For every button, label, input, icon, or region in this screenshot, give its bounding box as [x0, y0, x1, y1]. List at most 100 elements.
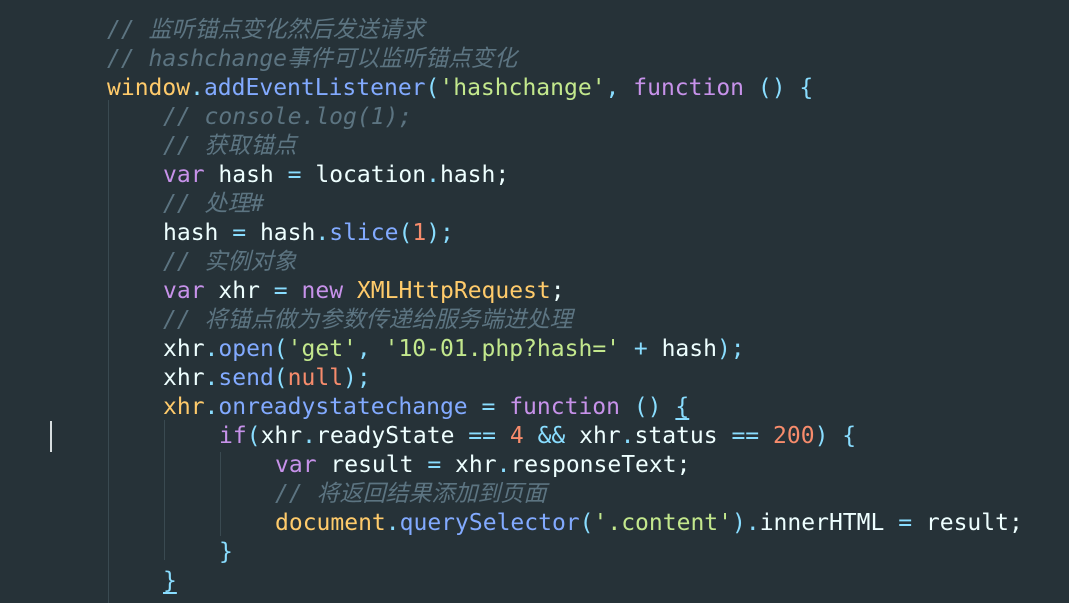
code-token-number: 4 — [509, 423, 524, 449]
code-token-punct: () — [619, 394, 676, 420]
code-token-plain: innerHTML — [759, 510, 899, 536]
code-token-plain: status — [634, 423, 732, 449]
code-token-global: document — [275, 510, 386, 536]
code-token-function: onreadystatechange — [218, 394, 468, 420]
code-token-punct: ( — [273, 365, 288, 391]
code-token-punct: ); — [426, 220, 454, 246]
code-token-comment: // 将返回结果添加到页面 — [275, 481, 547, 507]
code-token-plain: xhr — [260, 423, 303, 449]
code-line[interactable]: hash = hash.slice(1); — [163, 219, 454, 248]
code-line[interactable]: // 监听锚点变化然后发送请求 — [107, 16, 425, 45]
code-token-plain: hash — [661, 336, 717, 362]
code-token-keyword: var — [163, 278, 205, 304]
code-line[interactable]: var xhr = new XMLHttpRequest; — [163, 277, 565, 306]
code-line[interactable]: xhr.send(null); — [163, 364, 371, 393]
code-token-function: querySelector — [399, 510, 580, 536]
code-line[interactable]: } — [219, 538, 233, 567]
code-token-punct: ). — [732, 510, 760, 536]
code-token-comment: // console.log(1); — [163, 104, 413, 130]
code-token-function: send — [218, 365, 274, 391]
code-token-plain: hash — [163, 220, 233, 246]
code-token-punct: = — [898, 510, 913, 536]
code-token-string: '10-01.php?hash=' — [384, 336, 621, 362]
code-line[interactable]: // 实例对象 — [163, 248, 297, 277]
code-line[interactable]: // 获取锚点 — [163, 132, 297, 161]
code-token-keyword: var — [163, 162, 205, 188]
code-token-punct: && — [523, 423, 580, 449]
code-token-punct: () { — [744, 75, 814, 101]
code-line[interactable]: xhr.onreadystatechange = function () { — [163, 393, 689, 422]
code-token-function: addEventListener — [203, 75, 426, 101]
code-line[interactable]: // 将锚点做为参数传递给服务端进处理 — [163, 306, 573, 335]
code-token-comment: // hashchange事件可以监听锚点变化 — [107, 46, 518, 72]
indent-guide-level-3 — [220, 452, 221, 536]
code-token-punct: = — [273, 278, 288, 304]
code-token-string: 'hashchange' — [439, 75, 606, 101]
code-token-plain: hash — [246, 220, 316, 246]
code-token-punct: . — [385, 510, 400, 536]
code-token-punct: ( — [425, 75, 440, 101]
code-token-plain: result; — [912, 510, 1023, 536]
code-token-keyword: new — [301, 278, 344, 304]
code-token-string: '.content' — [593, 510, 732, 536]
code-token-number: 1 — [412, 220, 427, 246]
code-token-punct: , — [356, 336, 385, 362]
code-token-comment: // 获取锚点 — [163, 133, 297, 159]
text-cursor — [50, 421, 52, 452]
code-token-punct: . — [315, 220, 330, 246]
code-line[interactable]: // console.log(1); — [163, 103, 412, 132]
code-line[interactable]: // 处理# — [163, 190, 264, 219]
code-token-punct: = — [232, 220, 247, 246]
code-token-punct: ); — [343, 365, 371, 391]
code-line[interactable]: } — [163, 567, 177, 596]
code-line[interactable]: if(xhr.readyState == 4 && xhr.status == … — [219, 422, 856, 451]
code-token-plain: xhr — [441, 452, 497, 478]
code-token-punct: ); — [716, 336, 745, 362]
code-token-punct: } — [163, 568, 177, 594]
code-line[interactable]: var result = xhr.responseText; — [275, 451, 690, 480]
code-token-plain: readyState — [315, 423, 469, 449]
code-token-plain: xhr — [163, 336, 205, 362]
code-line[interactable]: document.querySelector('.content').inner… — [275, 509, 1023, 538]
code-token-punct: . — [204, 394, 219, 420]
code-token-plain: result — [316, 452, 428, 478]
code-editor[interactable]: // 监听锚点变化然后发送请求 // hashchange事件可以监听锚点变化 wi… — [0, 0, 1069, 603]
code-line[interactable]: var hash = location.hash; — [163, 161, 509, 190]
code-token-plain: hash — [204, 162, 288, 188]
code-token-number: null — [287, 365, 344, 391]
code-token-function: slice — [329, 220, 399, 246]
code-token-punct: } — [219, 539, 233, 565]
code-token-punct: ( — [273, 336, 288, 362]
code-token-punct: = — [467, 394, 510, 420]
code-line[interactable]: window.addEventListener('hashchange', fu… — [107, 74, 813, 103]
code-token-plain: xhr — [163, 365, 205, 391]
code-token-punct: . — [620, 423, 635, 449]
code-token-plain: location — [301, 162, 427, 188]
code-line[interactable]: // hashchange事件可以监听锚点变化 — [107, 45, 517, 74]
code-token-comment: // 处理# — [163, 191, 265, 217]
code-token-punct: + — [620, 336, 662, 362]
code-token-plain: ; — [550, 278, 565, 304]
code-token-global: XMLHttpRequest — [356, 278, 551, 304]
code-token-string: 'get' — [287, 336, 357, 362]
code-token-punct: == — [731, 423, 760, 449]
code-token-function: open — [218, 336, 274, 362]
code-line[interactable]: // 将返回结果添加到页面 — [275, 480, 547, 509]
code-token-punct: = — [287, 162, 302, 188]
code-token-comment: // 实例对象 — [163, 249, 297, 275]
code-token-punct: . — [204, 336, 219, 362]
code-token-plain: xhr — [579, 423, 621, 449]
code-token-keyword: var — [275, 452, 317, 478]
code-token-keyword: function — [509, 394, 620, 420]
code-token-punct: { — [675, 394, 690, 420]
code-token-comment: // 监听锚点变化然后发送请求 — [107, 17, 425, 43]
code-token-keyword: function — [633, 75, 745, 101]
code-token-punct: ( — [579, 510, 594, 536]
code-token-punct: == — [468, 423, 496, 449]
code-token-punct: ( — [246, 423, 261, 449]
code-token-comment: // 将锚点做为参数传递给服务端进处理 — [163, 307, 573, 333]
code-line[interactable]: xhr.open('get', '10-01.php?hash=' + hash… — [163, 335, 745, 364]
